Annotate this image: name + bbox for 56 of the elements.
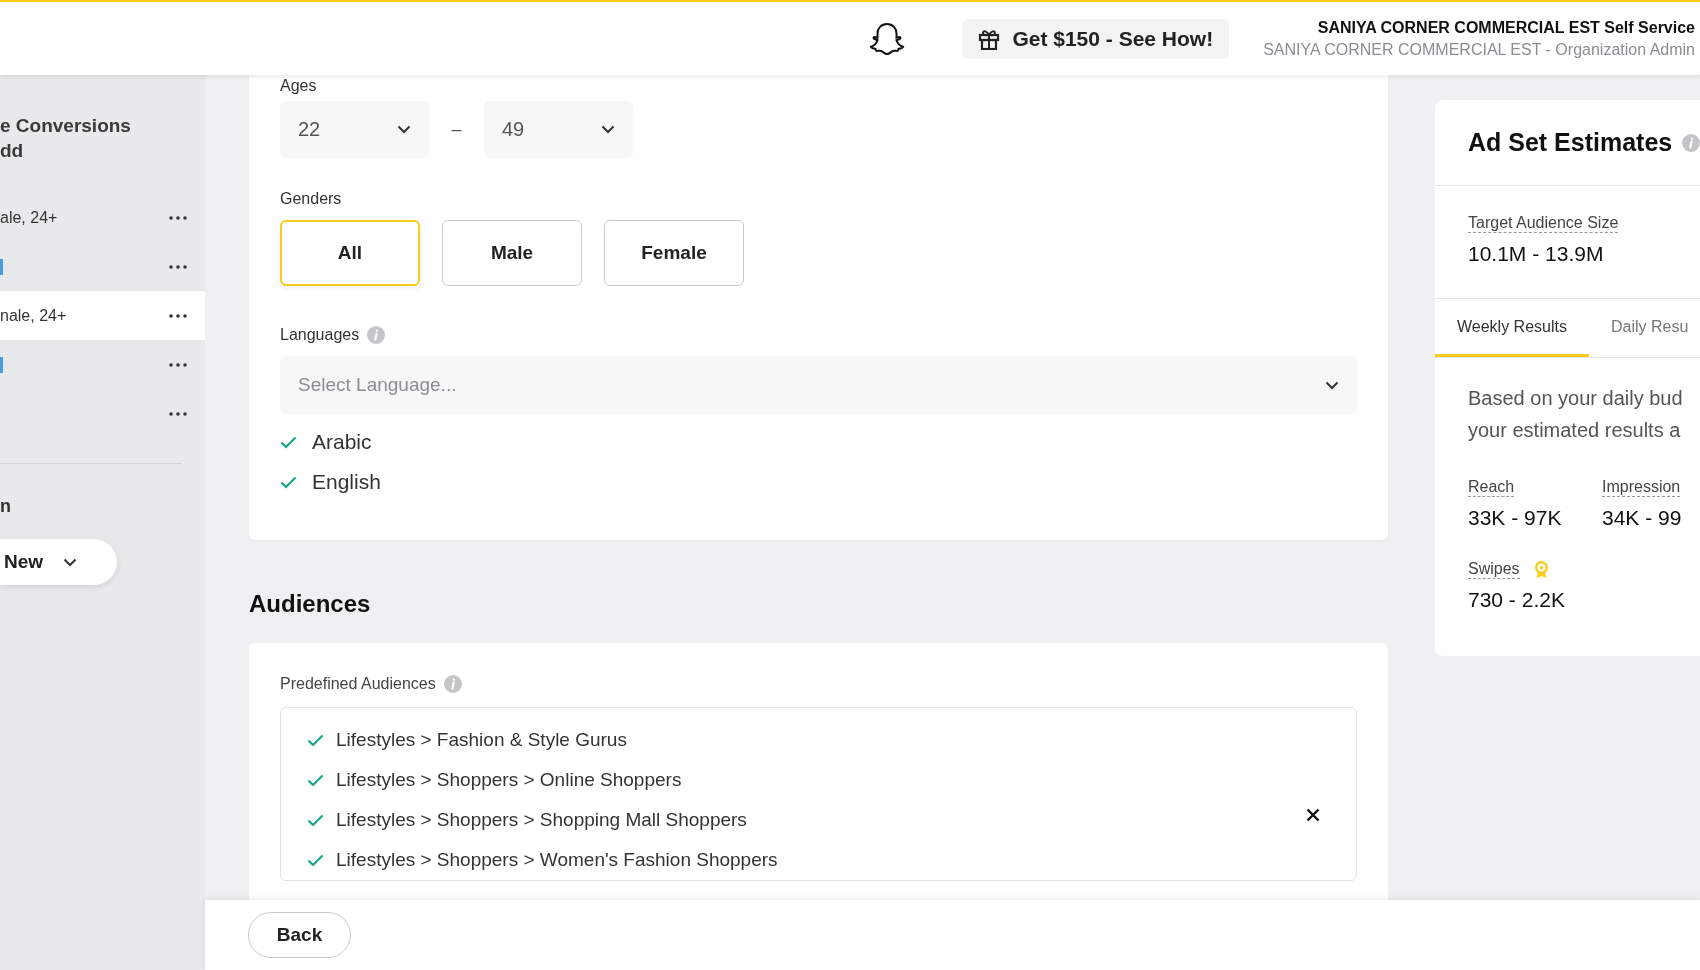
more-icon[interactable] [169, 215, 187, 220]
ad-set-name: nale, 24+ [0, 306, 67, 325]
genders-label: Genders [280, 190, 342, 208]
section-label: n [0, 496, 11, 517]
ad-set-row[interactable]: nale, 24+ [0, 291, 205, 340]
min-age-dropdown[interactable]: 22 [280, 101, 429, 158]
description-text: Based on your daily bud [1468, 386, 1684, 411]
chevron-down-icon [63, 557, 78, 567]
metric-value: 33K - 97K [1468, 506, 1563, 530]
ghost-icon[interactable] [869, 21, 906, 56]
gender-option[interactable]: All [280, 220, 420, 286]
language-name: English [312, 470, 381, 494]
metric-value: 730 - 2.2K [1468, 588, 1566, 612]
metric-label: Swipes [1468, 560, 1520, 579]
more-icon[interactable] [169, 313, 187, 318]
panel-title: Ad Set Estimates [1468, 128, 1673, 157]
ad-set-row[interactable]: ale, 24+ [0, 193, 205, 242]
more-icon[interactable] [169, 411, 187, 416]
results-tab[interactable]: Weekly Results [1435, 299, 1589, 357]
info-icon [443, 675, 462, 693]
account-role: SANIYA CORNER COMMERCIAL EST - Organization Admin [1263, 40, 1695, 59]
back-button[interactable]: Back [248, 912, 351, 958]
ad-set-name: ale, 24+ [0, 208, 58, 227]
chevron-down-icon [1325, 380, 1339, 390]
campaign-title: dd [0, 139, 25, 163]
section-heading: Audiences [249, 590, 371, 618]
chevron-down-icon [601, 125, 615, 134]
audience-size-label: Target Audience Size [1468, 214, 1619, 233]
audience-item[interactable]: Lifestyles > Shoppers > Shopping Mall Shoppers [336, 809, 747, 831]
more-icon[interactable] [169, 362, 187, 367]
results-tab[interactable]: Daily Resu [1588, 299, 1700, 357]
audience-item[interactable]: Lifestyles > Shoppers > Women's Fashion Shoppers [336, 849, 778, 871]
chevron-down-icon [397, 125, 411, 134]
new-button[interactable]: New [0, 539, 117, 585]
language-name: Arabic [312, 430, 372, 454]
description-text: your estimated results a [1468, 418, 1682, 443]
predefined-audiences-label: Predefined Audiences [280, 675, 436, 693]
account-name: SANIYA CORNER COMMERCIAL EST Self Service [1317, 18, 1695, 37]
metric-label: Reach [1468, 478, 1515, 497]
max-age-dropdown[interactable]: 49 [484, 101, 633, 158]
languages-label: Languages [280, 326, 360, 344]
promo-button[interactable]: Get $150 - See How! [962, 18, 1230, 59]
range-separator: – [450, 119, 463, 140]
ages-label: Ages [280, 77, 317, 95]
gender-option[interactable]: Female [604, 220, 744, 286]
close-icon[interactable] [1306, 808, 1320, 822]
more-icon[interactable] [169, 264, 187, 269]
audience-item[interactable]: Lifestyles > Fashion & Style Gurus [336, 729, 627, 751]
audience-size-value: 10.1M - 13.9M [1468, 242, 1605, 266]
metric-label: Impression [1602, 478, 1681, 497]
gift-icon [978, 27, 1001, 50]
metric-value: 34K - 99 [1602, 506, 1683, 530]
info-icon [367, 326, 386, 344]
campaign-title: e Conversions [0, 114, 132, 138]
gender-option[interactable]: Male [442, 220, 582, 286]
audience-item[interactable]: Lifestyles > Shoppers > Online Shoppers [336, 769, 682, 791]
